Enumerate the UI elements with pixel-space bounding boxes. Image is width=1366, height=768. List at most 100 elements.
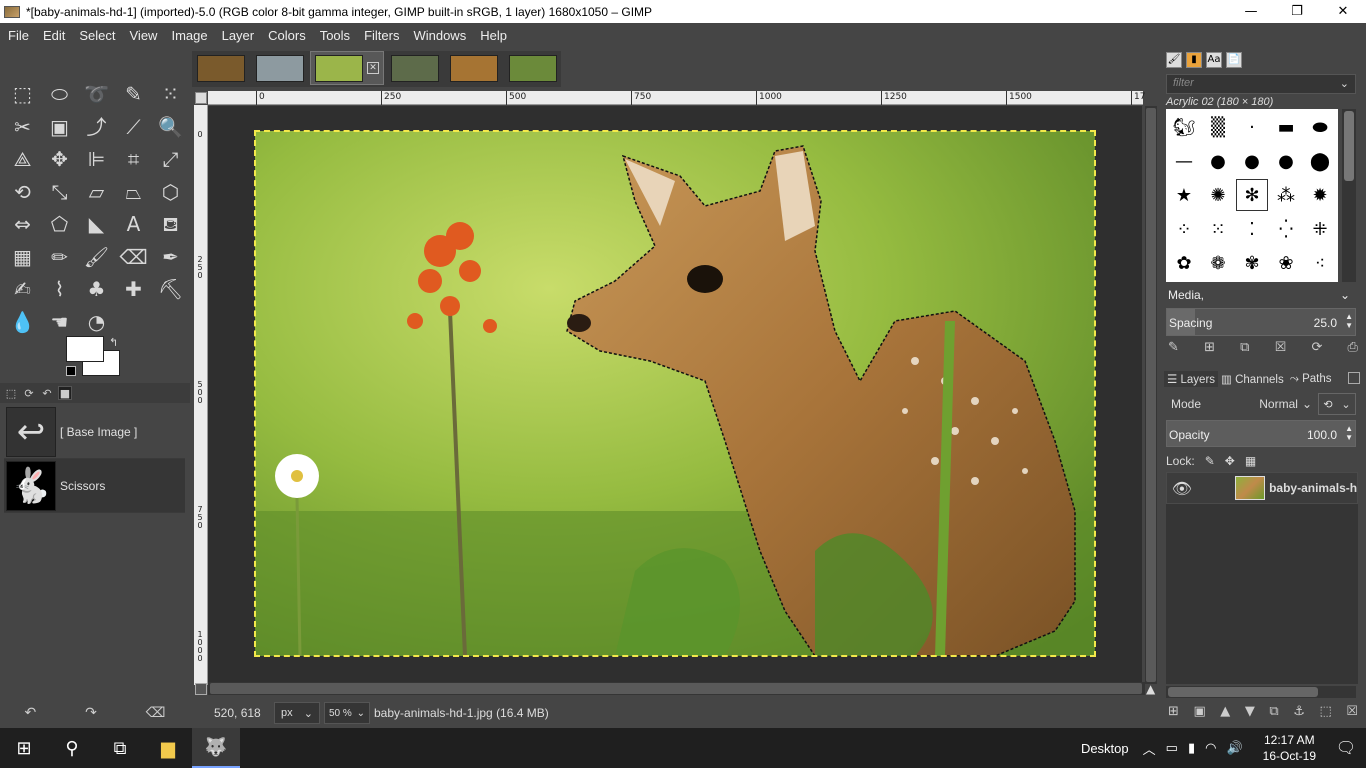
add-mask-icon[interactable]: ⬚ [1319, 704, 1331, 719]
patterns-tab[interactable]: ▮ [1186, 52, 1202, 68]
brush-preview[interactable]: ❁ [1201, 246, 1235, 280]
volume-icon[interactable]: 🔊 [1226, 740, 1242, 756]
zoom-icon[interactable]: 🔍 [152, 111, 189, 144]
redo-icon[interactable]: ↷ [85, 705, 97, 721]
notification-center-icon[interactable]: 🗨 [1326, 738, 1366, 758]
spinner-icon[interactable]: ▲ ▼ [1345, 312, 1353, 330]
close-button[interactable]: ✕ [1320, 0, 1366, 23]
undo-icon[interactable]: ↶ [24, 705, 36, 721]
menu-edit[interactable]: Edit [35, 28, 73, 43]
new-layer-icon[interactable]: ⊞ [1168, 704, 1179, 719]
brush-preview[interactable]: ⁙ [1201, 212, 1235, 246]
measure-icon[interactable]: ⟁ [4, 143, 41, 176]
cage-icon[interactable]: ⬠ [41, 208, 78, 241]
ruler-corner-button[interactable] [195, 92, 207, 104]
paths-icon[interactable]: ⤴ [78, 111, 115, 144]
lock-position-icon[interactable]: ✥ [1225, 454, 1235, 468]
close-tab-icon[interactable]: ✕ [367, 62, 379, 74]
desktop-toolbar-label[interactable]: Desktop [1081, 741, 1143, 756]
smudge-icon[interactable]: ☚ [41, 306, 78, 339]
delete-brush-icon[interactable]: ☒ [1275, 340, 1287, 355]
anchor-layer-icon[interactable]: ⚓ [1293, 704, 1305, 719]
brush-preview[interactable]: ● [1201, 144, 1235, 178]
tab-image-2[interactable] [251, 51, 308, 85]
task-view-button[interactable]: ⧉ [96, 728, 144, 768]
foreground-color[interactable] [66, 336, 104, 362]
tab-layers[interactable]: ☰ Layers [1164, 371, 1219, 387]
flip-icon[interactable]: ◣ [78, 208, 115, 241]
mode-select[interactable]: Normal [1259, 397, 1298, 411]
brush-preview[interactable]: ⁂ [1269, 178, 1303, 212]
horizontal-ruler[interactable]: 0 250 500 750 1000 1250 1500 17 [208, 91, 1145, 105]
perspective-icon[interactable]: ⏢ [115, 176, 152, 209]
brush-preview[interactable]: · [1235, 110, 1269, 144]
refresh-brushes-icon[interactable]: ⟳ [1311, 340, 1322, 355]
layers-scrollbar[interactable] [1166, 686, 1356, 698]
crop-icon[interactable]: ⌗ [115, 143, 152, 176]
opacity-slider[interactable]: Opacity 100.0 ▲ ▼ [1166, 420, 1356, 447]
image-canvas[interactable] [254, 130, 1096, 657]
brush-preview[interactable]: ✿ [1167, 246, 1201, 280]
composite-mode-toggle[interactable]: ⟲ ⌄ [1318, 393, 1356, 415]
blur-icon[interactable]: 💧 [4, 306, 41, 339]
canvas-area[interactable] [208, 106, 1142, 684]
wifi-icon[interactable]: ◠ [1205, 740, 1216, 756]
warp-icon[interactable]: ⇔ [4, 208, 41, 241]
free-select-icon[interactable]: ➰ [78, 78, 115, 111]
undo-item-base-image[interactable]: ↩ [ Base Image ] [4, 405, 185, 459]
brush-scrollbar[interactable] [1342, 109, 1356, 282]
chevron-down-icon[interactable]: ⌄ [1340, 77, 1349, 90]
shear-icon[interactable]: ▱ [78, 176, 115, 209]
perspective-clone-icon[interactable]: ⛏ [152, 273, 189, 306]
brush-filter-input[interactable]: filter ⌄ [1166, 74, 1356, 94]
raise-layer-icon[interactable]: ▲ [1220, 704, 1230, 719]
swap-colors-icon[interactable]: ↰ [109, 336, 118, 349]
heal-icon[interactable]: ✚ [115, 273, 152, 306]
brushes-tab[interactable]: 🖌 [1166, 52, 1182, 68]
clear-history-icon[interactable]: ⌫ [146, 705, 166, 721]
tab-image-4[interactable] [386, 51, 443, 85]
clone-icon[interactable]: ♣ [78, 273, 115, 306]
gradient-icon[interactable]: ▦ [4, 241, 41, 274]
lock-pixels-icon[interactable]: ✎ [1205, 454, 1215, 468]
tab-image-1[interactable] [192, 51, 249, 85]
rect-select-icon[interactable]: ⬚ [4, 78, 41, 111]
menu-colors[interactable]: Colors [260, 28, 314, 43]
ink-icon[interactable]: ✍ [4, 273, 41, 306]
unit-select[interactable]: px ⌄ [274, 702, 320, 724]
spinner-icon[interactable]: ▲ ▼ [1345, 424, 1353, 442]
menu-help[interactable]: Help [472, 28, 515, 43]
dock-config-icon[interactable] [1348, 372, 1360, 384]
lock-alpha-icon[interactable]: ▦ [1245, 454, 1256, 468]
fonts-tab[interactable]: Aa [1206, 52, 1222, 68]
duplicate-layer-icon[interactable]: ⧉ [1269, 704, 1278, 719]
tab-image-3[interactable]: ✕ [310, 51, 384, 85]
gimp-taskbar-button[interactable]: 🐺 [192, 728, 240, 768]
maximize-button[interactable]: ❐ [1274, 0, 1320, 23]
spacing-slider[interactable]: Spacing 25.0 ▲ ▼ [1166, 308, 1356, 336]
layers-scroll-thumb[interactable] [1168, 687, 1318, 697]
menu-select[interactable]: Select [71, 28, 123, 43]
brush-preview[interactable]: ✾ [1235, 246, 1269, 280]
brush-preview[interactable]: ✹ [1303, 178, 1337, 212]
brush-scroll-thumb[interactable] [1344, 111, 1354, 181]
minimize-button[interactable]: — [1228, 0, 1274, 23]
quick-mask-toggle[interactable] [195, 683, 207, 695]
new-layer-group-icon[interactable]: ▣ [1193, 704, 1205, 719]
tab-image-5[interactable] [445, 51, 502, 85]
brush-preview[interactable]: ⁖ [1303, 246, 1337, 280]
network-drive-icon[interactable]: ▭ [1166, 740, 1178, 756]
horizontal-scrollbar[interactable] [208, 682, 1145, 695]
color-picker-icon[interactable]: ⟋ [115, 111, 152, 144]
brush-preview[interactable]: ▒ [1201, 110, 1235, 144]
scissors-select-icon[interactable]: ✂ [4, 111, 41, 144]
undo-history-tab[interactable]: ↶ [40, 386, 54, 400]
brush-preview[interactable]: ⬬ [1303, 110, 1337, 144]
select-by-color-icon[interactable]: ⁙ [152, 78, 189, 111]
brush-preview[interactable]: ⁛ [1269, 212, 1303, 246]
document-history-tab[interactable]: 📄 [1226, 52, 1242, 68]
clock[interactable]: 12:17 AM 16-Oct-19 [1253, 732, 1326, 764]
tab-image-6[interactable] [504, 51, 561, 85]
text-icon[interactable]: A [115, 208, 152, 241]
3d-transform-icon[interactable]: ⬡ [152, 176, 189, 209]
